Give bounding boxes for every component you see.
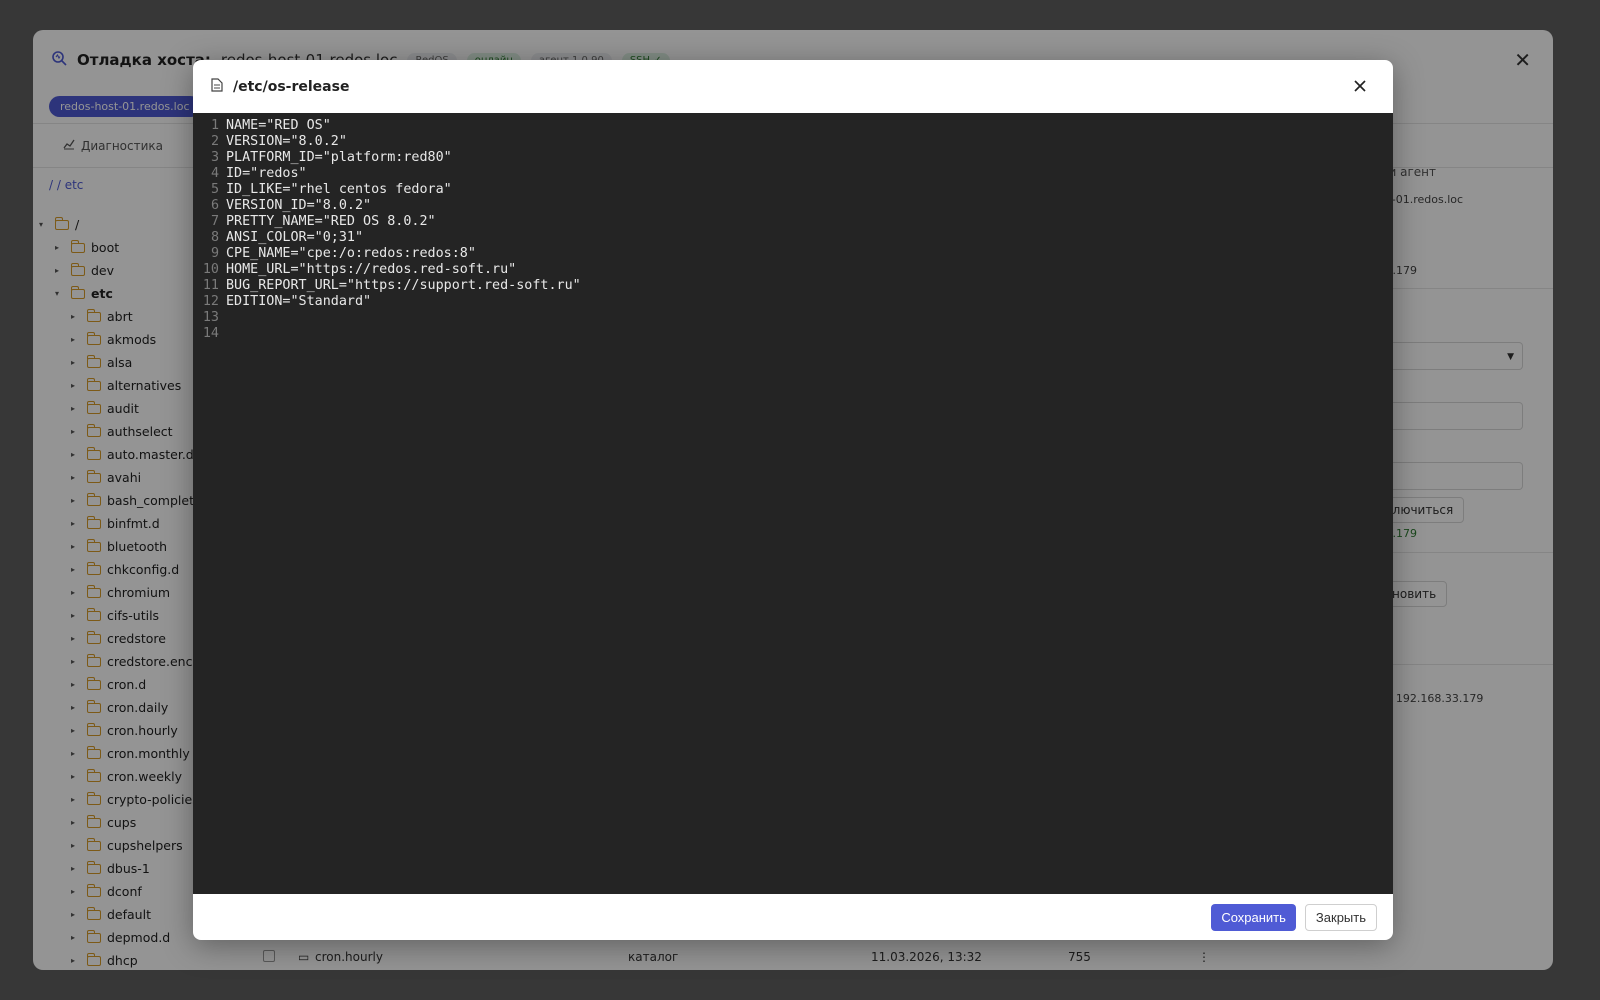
line-number: 14 [202, 326, 219, 341]
save-button[interactable]: Сохранить [1211, 903, 1296, 931]
line-number: 13 [202, 310, 219, 325]
line-number: 5 [210, 182, 219, 197]
code-line[interactable]: 12 EDITION="Standard" [193, 294, 1393, 310]
line-number: 3 [210, 150, 219, 165]
code-line[interactable]: 8 ANSI_COLOR="0;31" [193, 230, 1393, 246]
code-editor[interactable]: 1 NAME="RED OS" 2 VERSION="8.0.2" 3 PLATFORM_… [193, 113, 1393, 894]
code-line[interactable]: 13 [193, 310, 1393, 326]
code-line[interactable]: 14 [193, 326, 1393, 342]
code-line[interactable]: 3 PLATFORM_ID="platform:red80" [193, 150, 1393, 166]
line-text[interactable]: PLATFORM_ID="platform:red80" [219, 150, 452, 166]
line-text[interactable]: EDITION="Standard" [219, 294, 371, 310]
line-number: 7 [210, 214, 219, 229]
line-text[interactable]: NAME="RED OS" [219, 118, 331, 134]
code-line[interactable]: 6 VERSION_ID="8.0.2" [193, 198, 1393, 214]
line-number: 8 [210, 230, 219, 245]
line-number: 4 [210, 166, 219, 181]
file-editor-header: /etc/os-release [193, 60, 1393, 113]
line-number: 12 [202, 294, 219, 309]
line-number: 6 [210, 198, 219, 213]
line-number: 10 [202, 262, 219, 277]
code-line[interactable]: 9 CPE_NAME="cpe:/o:redos:redos:8" [193, 246, 1393, 262]
line-text[interactable]: CPE_NAME="cpe:/o:redos:redos:8" [219, 246, 476, 262]
code-line[interactable]: 2 VERSION="8.0.2" [193, 134, 1393, 150]
line-text[interactable]: ID_LIKE="rhel centos fedora" [219, 182, 452, 198]
line-text[interactable]: ID="redos" [219, 166, 307, 182]
code-line[interactable]: 7 PRETTY_NAME="RED OS 8.0.2" [193, 214, 1393, 230]
code-line[interactable]: 4 ID="redos" [193, 166, 1393, 182]
code-line[interactable]: 10 HOME_URL="https://redos.red-soft.ru" [193, 262, 1393, 278]
line-text[interactable]: VERSION="8.0.2" [219, 134, 347, 150]
code-line[interactable]: 1 NAME="RED OS" [193, 118, 1393, 134]
line-number: 11 [202, 278, 219, 293]
line-text[interactable]: VERSION_ID="8.0.2" [219, 198, 371, 214]
line-text[interactable] [219, 310, 226, 326]
line-text[interactable]: BUG_REPORT_URL="https://support.red-soft… [219, 278, 581, 294]
line-number: 1 [210, 118, 219, 133]
line-text[interactable]: PRETTY_NAME="RED OS 8.0.2" [219, 214, 436, 230]
code-line[interactable]: 11 BUG_REPORT_URL="https://support.red-so… [193, 278, 1393, 294]
file-editor-close-icon[interactable] [1349, 75, 1371, 97]
close-button[interactable]: Закрыть [1304, 903, 1377, 931]
line-text[interactable]: ANSI_COLOR="0;31" [219, 230, 363, 246]
file-editor-modal: /etc/os-release 1 NAME="RED OS" 2 VERSION="… [193, 60, 1393, 940]
line-number: 2 [210, 134, 219, 149]
code-line[interactable]: 5 ID_LIKE="rhel centos fedora" [193, 182, 1393, 198]
file-editor-footer: Сохранить Закрыть [193, 894, 1393, 940]
file-editor-title: /etc/os-release [233, 78, 350, 95]
line-text[interactable] [219, 326, 226, 342]
line-number: 9 [210, 246, 219, 261]
line-text[interactable]: HOME_URL="https://redos.red-soft.ru" [219, 262, 516, 278]
file-icon [211, 77, 223, 96]
